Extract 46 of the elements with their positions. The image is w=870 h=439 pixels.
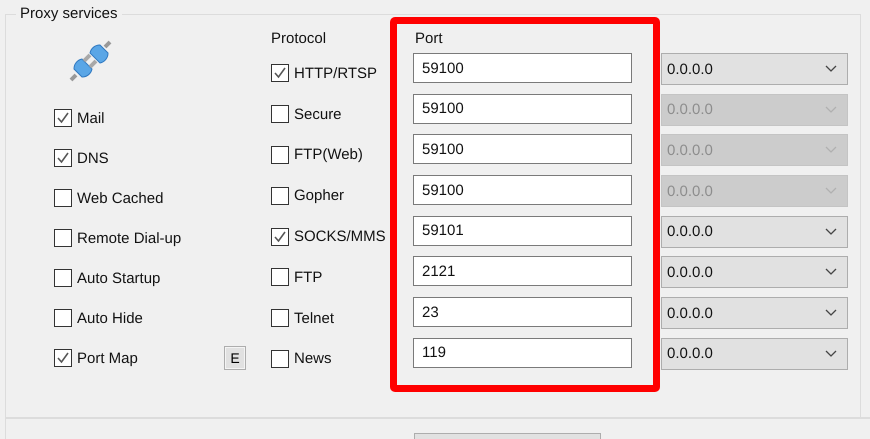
address-dropdown[interactable]: 0.0.0.0 — [661, 256, 848, 288]
caret-icon — [825, 106, 837, 114]
check-icon — [56, 351, 70, 365]
port-map-edit-button[interactable]: E — [224, 346, 246, 370]
caret-icon — [825, 65, 837, 73]
checkbox[interactable]: HTTP/RTSP — [271, 64, 378, 82]
checkbox[interactable]: Web Cached — [54, 189, 164, 207]
checkbox[interactable]: Mail — [54, 109, 105, 127]
checkbox[interactable]: Auto Startup — [54, 269, 160, 287]
caret-icon — [825, 268, 837, 276]
check-icon — [273, 230, 287, 244]
column-header: Port — [415, 29, 444, 49]
check-icon — [56, 151, 70, 165]
plug-icon — [68, 39, 114, 83]
checkbox[interactable]: FTP — [271, 268, 322, 286]
port-field[interactable]: 59100 — [413, 134, 632, 164]
port-field[interactable]: 2121 — [413, 256, 632, 286]
check-icon — [56, 111, 70, 125]
caret-icon — [825, 146, 837, 154]
address-dropdown[interactable]: 0.0.0.0 — [661, 53, 848, 85]
address-dropdown[interactable]: 0.0.0.0 — [661, 216, 848, 248]
group-title: Proxy services — [16, 6, 122, 22]
checkbox[interactable]: Port Map — [54, 349, 138, 367]
port-field[interactable]: 59101 — [413, 216, 632, 246]
checkbox[interactable]: Telnet — [271, 309, 334, 328]
port-field[interactable]: 119 — [413, 338, 632, 368]
caret-icon — [825, 187, 837, 196]
caret-icon — [825, 228, 837, 236]
checkbox[interactable]: Remote Dial-up — [54, 229, 182, 247]
port-field[interactable]: 59100 — [413, 53, 632, 83]
checkbox[interactable]: Gopher — [271, 186, 344, 205]
port-field[interactable]: 23 — [413, 297, 632, 328]
port-field[interactable]: 59100 — [413, 94, 632, 124]
address-dropdown[interactable]: 0.0.0.0 — [661, 297, 848, 330]
checkbox[interactable]: DNS — [54, 149, 109, 167]
checkbox[interactable]: News — [271, 350, 332, 368]
checkbox[interactable]: Secure — [271, 105, 342, 124]
check-icon — [273, 66, 287, 80]
port-field[interactable]: 59100 — [413, 175, 632, 206]
caret-icon — [825, 350, 837, 358]
column-header: Protocol — [271, 29, 328, 49]
address-dropdown[interactable]: 0.0.0.0 — [661, 338, 848, 370]
checkbox[interactable]: Auto Hide — [54, 309, 143, 327]
checkbox[interactable]: SOCKS/MMS — [271, 228, 386, 246]
caret-icon — [825, 309, 837, 318]
checkbox[interactable]: FTP(Web) — [271, 146, 363, 164]
